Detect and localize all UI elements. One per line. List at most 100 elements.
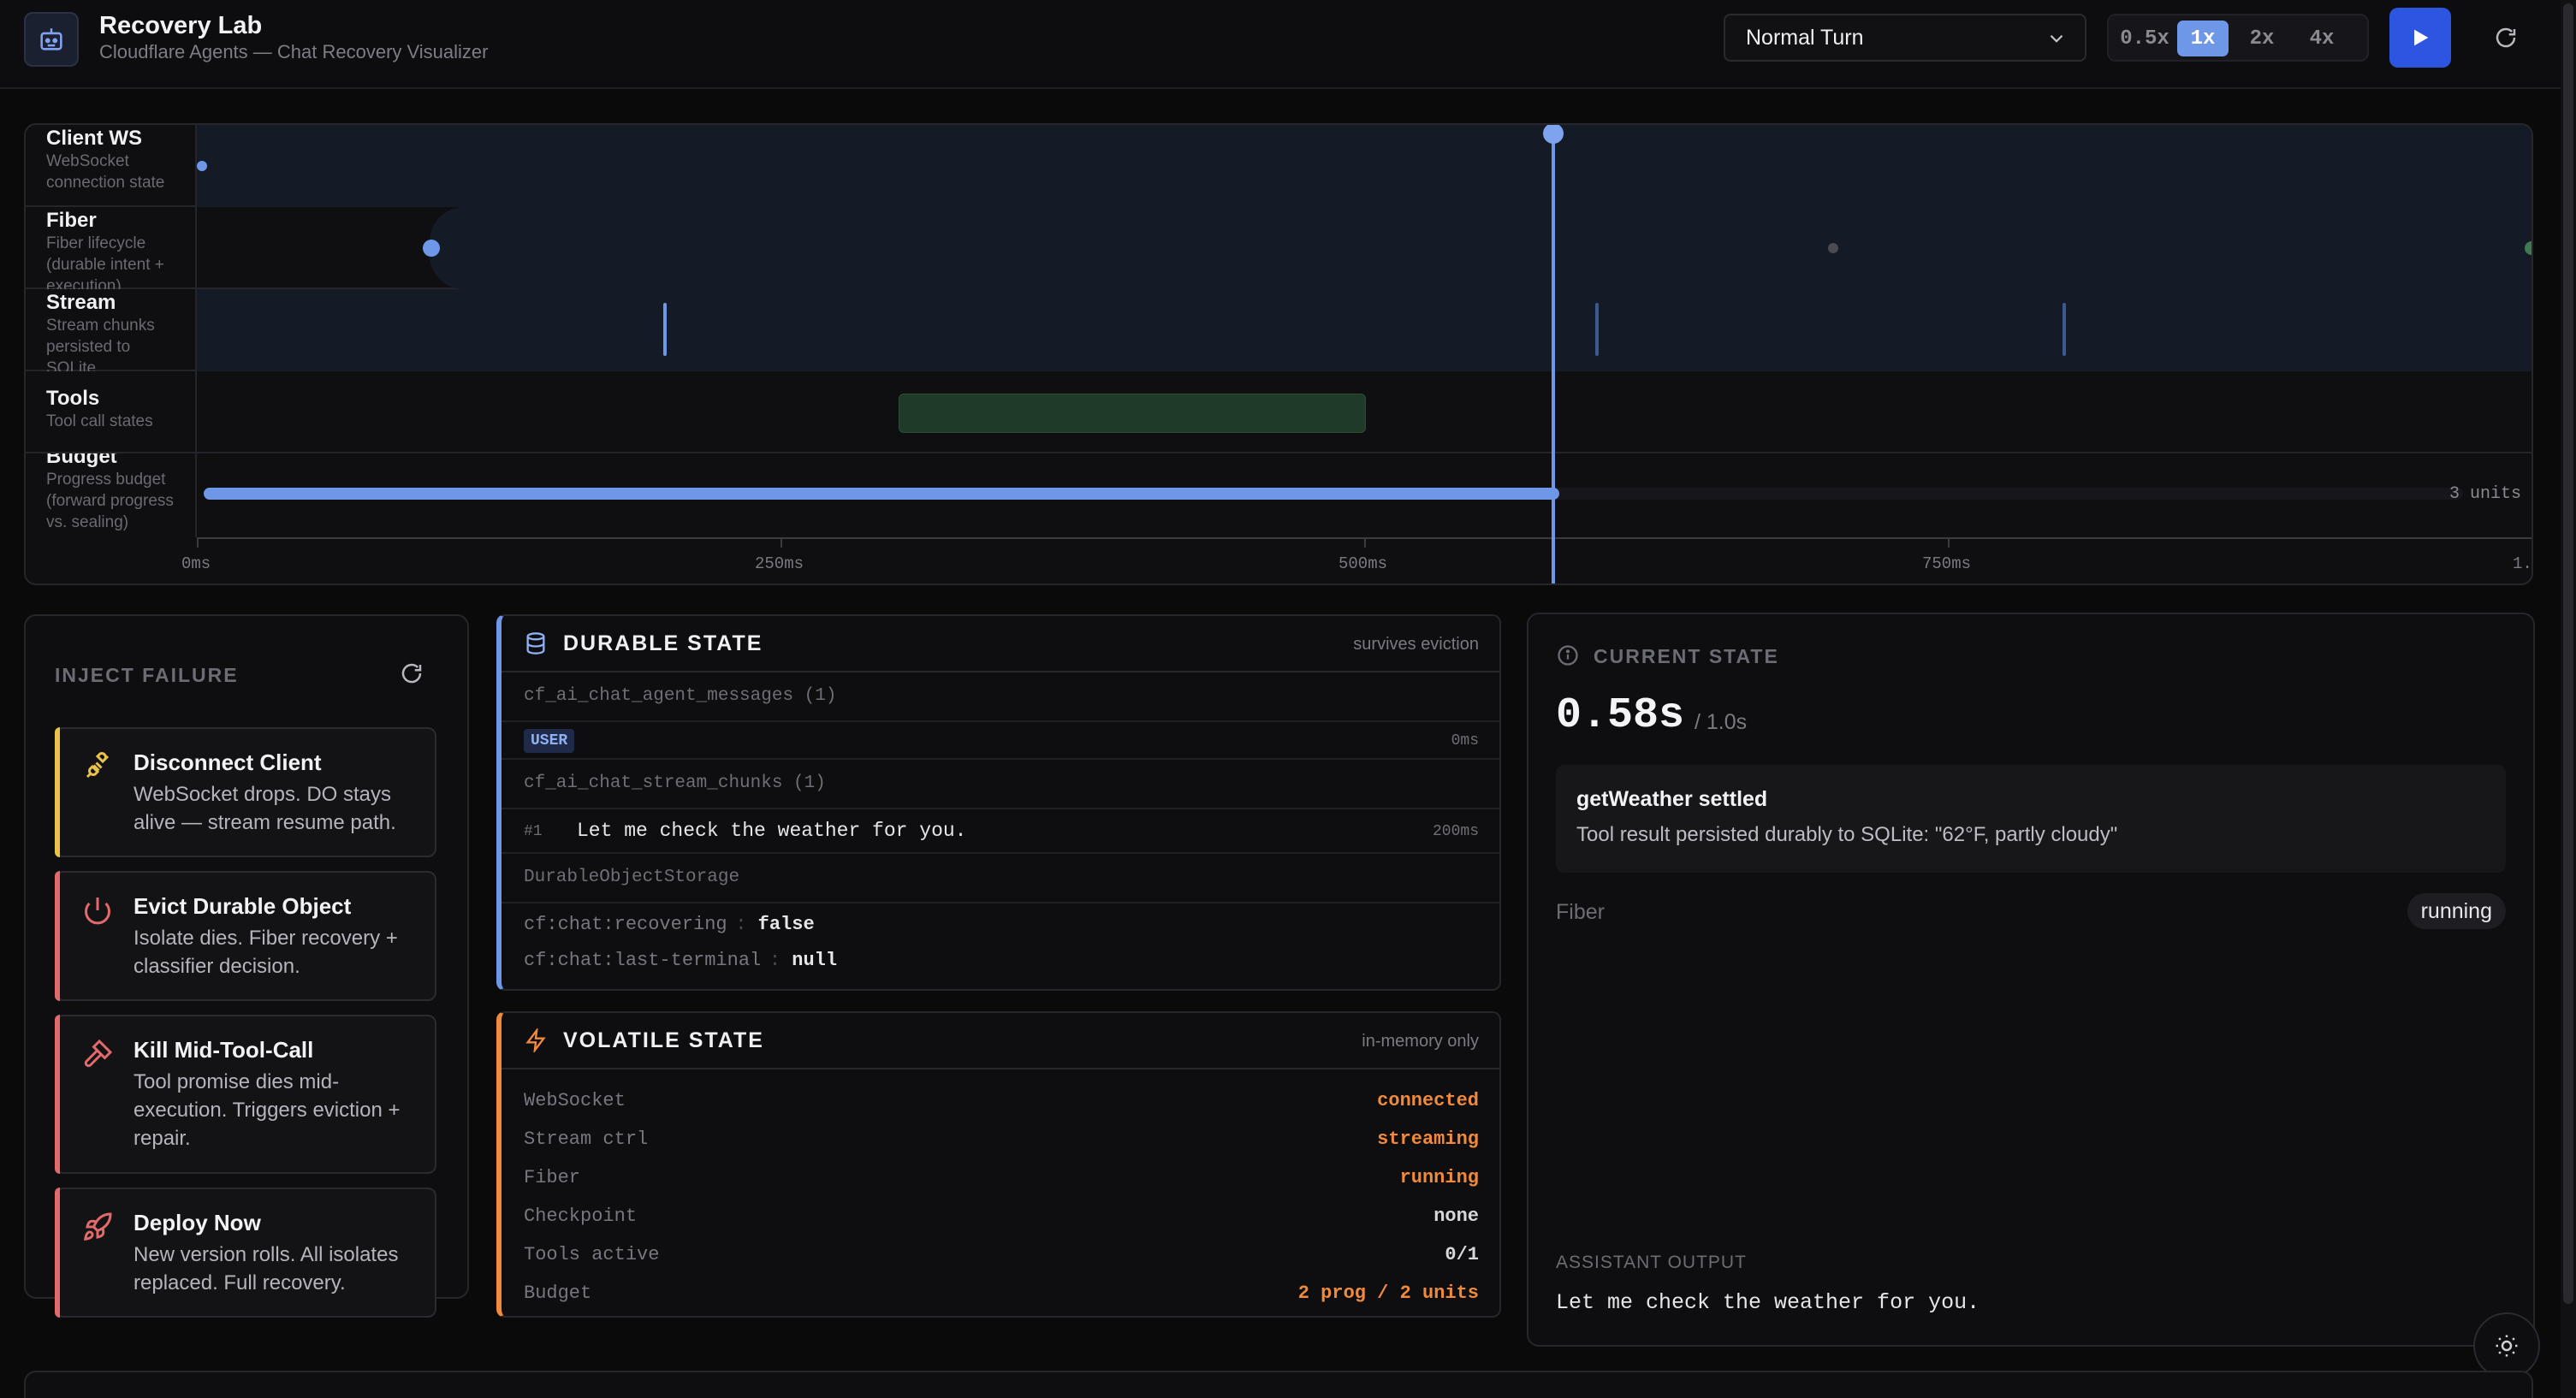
lane-desc: WebSocket connection state xyxy=(46,152,165,192)
lane-track: 3 units xyxy=(197,453,2531,536)
message-entry: USER 0ms xyxy=(502,722,1499,760)
volatile-row: Tools active 0/1 xyxy=(524,1239,1479,1273)
inject-reset-button[interactable] xyxy=(399,660,428,690)
card-desc: WebSocket drops. DO stays alive — stream… xyxy=(134,783,396,834)
volatile-row: Checkpoint none xyxy=(524,1200,1479,1235)
speed-1x-button[interactable]: 1x xyxy=(2177,21,2229,56)
database-icon xyxy=(526,632,545,655)
play-button[interactable] xyxy=(2389,8,2451,68)
disconnect-client-button[interactable]: Disconnect Client WebSocket drops. DO st… xyxy=(55,727,436,857)
fiber-end-marker[interactable] xyxy=(2525,241,2531,255)
volatile-value: connected xyxy=(1377,1090,1479,1111)
assistant-output-label: ASSISTANT OUTPUT xyxy=(1556,1253,1747,1272)
volatile-value: running xyxy=(1399,1167,1479,1188)
scrollbar-thumb[interactable] xyxy=(2563,3,2573,1304)
speed-4x-button[interactable]: 4x xyxy=(2295,21,2348,56)
event-desc: Tool result persisted durably to SQLite:… xyxy=(1576,823,2118,846)
lane-track xyxy=(197,289,2531,371)
theme-toggle-button[interactable] xyxy=(2473,1312,2540,1379)
kill-mid-tool-call-button[interactable]: Kill Mid-Tool-Call Tool promise dies mid… xyxy=(55,1015,436,1174)
volatile-state-header: VOLATILE STATE in-memory only xyxy=(502,1013,1499,1069)
card-accent xyxy=(55,1188,60,1318)
tick-mark xyxy=(197,539,199,548)
lane-label: Tools Tool call states xyxy=(26,371,197,453)
scenario-value: Normal Turn xyxy=(1746,25,1864,50)
info-icon xyxy=(1558,645,1578,666)
speed-0-5x-button[interactable]: 0.5x xyxy=(2116,21,2174,56)
tick-label: 750ms xyxy=(1922,554,1972,573)
lane-desc: Progress budget (forward progress vs. se… xyxy=(46,471,174,531)
plug-icon xyxy=(86,752,110,779)
volatile-label: WebSocket xyxy=(524,1090,626,1111)
card-title: Deploy Now xyxy=(134,1210,261,1235)
stream-chunk-marker[interactable] xyxy=(2063,303,2066,356)
volatile-label: Budget xyxy=(524,1282,592,1304)
volatile-state-title: VOLATILE STATE xyxy=(563,1028,764,1052)
lane-tools: Tools Tool call states xyxy=(26,371,2531,453)
volatile-value: streaming xyxy=(1377,1128,1479,1150)
volatile-row: Budget 2 prog / 2 units xyxy=(524,1277,1479,1312)
deploy-now-button[interactable]: Deploy Now New version rolls. All isolat… xyxy=(55,1188,436,1318)
card-title: Evict Durable Object xyxy=(134,893,352,919)
app-subtitle: Cloudflare Agents — Chat Recovery Visual… xyxy=(99,41,489,62)
tick-label: 0ms xyxy=(181,554,211,573)
tick-mark xyxy=(1364,539,1366,548)
lane-desc: Stream chunks persisted to SQLite xyxy=(46,317,155,371)
volatile-value: 2 prog / 2 units xyxy=(1297,1282,1479,1304)
tool-call-bar[interactable] xyxy=(899,394,1366,433)
volatile-row: Fiber running xyxy=(524,1162,1479,1196)
durable-state-tag: survives eviction xyxy=(1353,635,1479,654)
lane-label: Fiber Fiber lifecycle (durable intent + … xyxy=(26,207,197,289)
evict-durable-object-button[interactable]: Evict Durable Object Isolate dies. Fiber… xyxy=(55,871,436,1001)
budget-units-label: 3 units xyxy=(2448,484,2521,504)
durable-state-header: DURABLE STATE survives eviction xyxy=(502,616,1499,672)
volatile-label: Stream ctrl xyxy=(524,1128,649,1150)
kv-key: cf:chat:recovering xyxy=(524,914,727,935)
lane-name: Client WS xyxy=(46,127,142,150)
tick-label: 500ms xyxy=(1338,554,1388,573)
lane-stream: Stream Stream chunks persisted to SQLite xyxy=(26,289,2531,371)
inject-failure-title: INJECT FAILURE xyxy=(55,664,239,686)
chunk-text: Let me check the weather for you. xyxy=(577,820,967,842)
lane-track xyxy=(197,207,2531,289)
current-state-title: CURRENT STATE xyxy=(1594,645,1779,667)
speed-selector: 0.5x 1x 2x 4x xyxy=(2107,14,2369,62)
lane-name: Budget xyxy=(46,453,117,468)
chunks-table-row: cf_ai_chat_stream_chunks (1) xyxy=(502,760,1499,809)
budget-fill xyxy=(204,488,1559,500)
playhead[interactable] xyxy=(1542,125,1564,583)
app-logo xyxy=(24,12,79,67)
stream-chunk-marker[interactable] xyxy=(1595,303,1599,356)
messages-table-name: cf_ai_chat_agent_messages (1) xyxy=(524,686,837,706)
volatile-label: Tools active xyxy=(524,1244,660,1265)
lane-name: Stream xyxy=(46,291,116,314)
stream-chunk-marker[interactable] xyxy=(663,303,667,356)
chunks-table-name: cf_ai_chat_stream_chunks (1) xyxy=(524,773,826,793)
volatile-label: Checkpoint xyxy=(524,1205,638,1227)
scenario-select[interactable]: Normal Turn xyxy=(1724,14,2086,62)
app-header: Recovery Lab Cloudflare Agents — Chat Re… xyxy=(0,0,2576,89)
lane-fiber: Fiber Fiber lifecycle (durable intent + … xyxy=(26,207,2531,289)
sun-icon xyxy=(2496,1335,2518,1357)
kv-entry: cf:chat:recovering : false xyxy=(524,914,815,935)
volatile-state-panel: VOLATILE STATE in-memory only WebSocket c… xyxy=(496,1011,1501,1318)
page-scrollbar[interactable] xyxy=(2561,0,2576,1398)
playhead-handle[interactable] xyxy=(1542,125,1564,144)
messages-table-row: cf_ai_chat_agent_messages (1) xyxy=(502,672,1499,722)
inject-failure-panel: INJECT FAILURE Disconnect Client WebSock… xyxy=(24,614,469,1318)
lane-track xyxy=(197,125,2531,207)
chunk-entry: #1 Let me check the weather for you. 200… xyxy=(502,809,1499,854)
fiber-running-span xyxy=(430,207,2531,289)
card-accent xyxy=(55,727,60,857)
card-accent xyxy=(55,1015,60,1174)
fiber-start-marker[interactable] xyxy=(423,240,440,257)
speed-2x-button[interactable]: 2x xyxy=(2235,21,2288,56)
lightning-icon xyxy=(525,1028,546,1052)
reset-button[interactable] xyxy=(2485,17,2526,58)
volatile-value: none xyxy=(1433,1205,1479,1227)
ws-connect-marker[interactable] xyxy=(197,161,207,171)
chunk-index: #1 xyxy=(524,823,543,840)
lane-label: Client WS WebSocket connection state xyxy=(26,125,197,207)
fiber-event-marker[interactable] xyxy=(1828,243,1838,253)
message-time: 0ms xyxy=(1451,732,1479,749)
